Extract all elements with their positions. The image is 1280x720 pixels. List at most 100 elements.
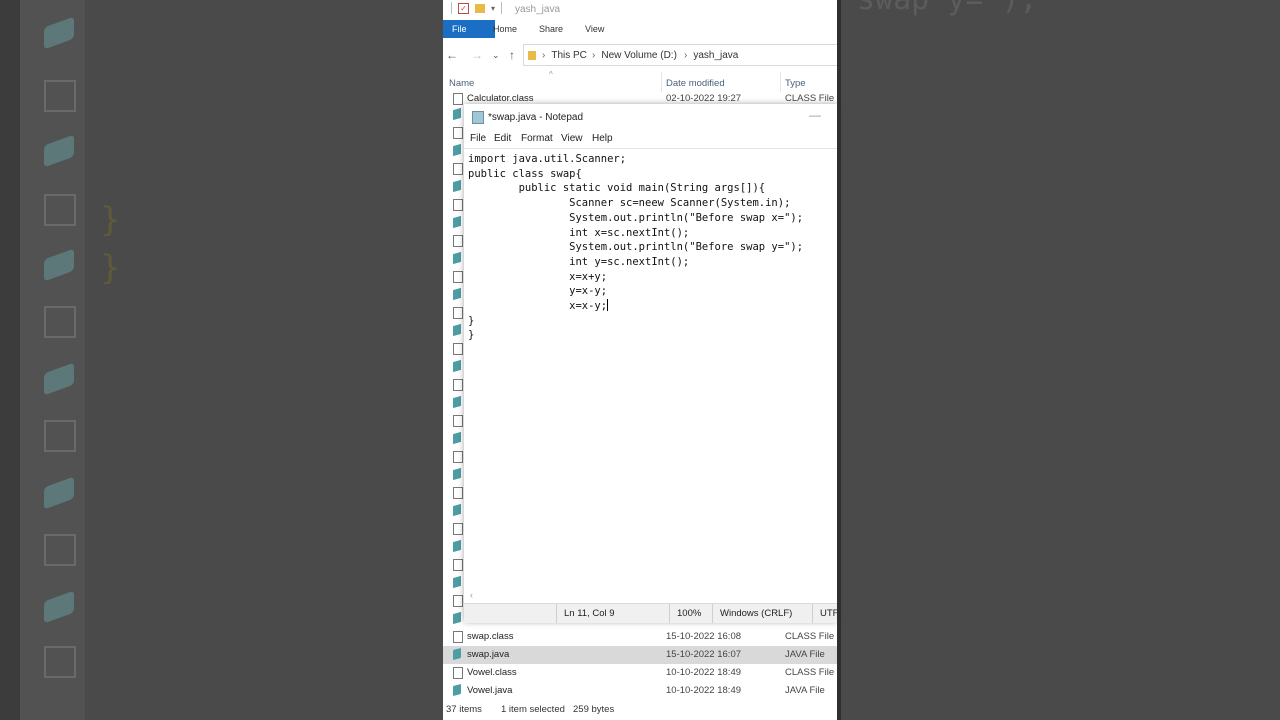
- explorer-status-bar: 37 items 1 item selected 259 bytes: [443, 700, 837, 720]
- forward-arrow-icon[interactable]: →: [471, 48, 483, 62]
- java-file-icon: [453, 503, 461, 517]
- java-file-icon: [44, 248, 74, 282]
- java-file-icon: [453, 143, 461, 157]
- column-divider[interactable]: [661, 72, 662, 92]
- java-file-icon: [453, 431, 461, 445]
- minimize-icon[interactable]: —: [809, 108, 821, 122]
- file-date: 15-10-2022 16:08: [666, 631, 742, 642]
- file-date: 02-10-2022 19:27: [666, 93, 742, 104]
- chevron-right-icon: ›: [592, 50, 596, 61]
- java-file-icon: [44, 590, 74, 624]
- file-row-swap-class[interactable]: swap.class 15-10-2022 16:08 CLASS File: [443, 628, 837, 646]
- back-arrow-icon[interactable]: ←: [446, 48, 458, 62]
- selection-count: 1 item selected: [501, 704, 565, 715]
- column-date-modified[interactable]: Date modified: [666, 78, 725, 89]
- menu-file[interactable]: File: [470, 133, 486, 144]
- properties-checkbox-icon[interactable]: ✓: [458, 2, 469, 14]
- file-name: swap.java: [467, 649, 510, 660]
- column-type[interactable]: Type: [785, 78, 806, 89]
- column-divider[interactable]: [780, 72, 781, 92]
- file-row-vowel-java[interactable]: Vowel.java 10-10-2022 18:49 JAVA File: [443, 682, 837, 700]
- class-file-icon: [453, 559, 463, 571]
- java-file-icon: [453, 107, 461, 121]
- class-file-icon: [453, 199, 463, 211]
- up-arrow-icon[interactable]: ↑: [509, 48, 515, 62]
- editor-text-area[interactable]: import java.util.Scanner; public class s…: [464, 148, 837, 604]
- ribbon-tabs: File Home Share View: [443, 20, 837, 38]
- class-file-icon: [453, 487, 463, 499]
- cursor-position: Ln 11, Col 9: [556, 604, 669, 623]
- class-file-icon: [453, 415, 463, 427]
- customize-dropdown-icon[interactable]: ▾: [491, 4, 495, 13]
- file-date: 10-10-2022 18:49: [666, 667, 742, 678]
- java-file-icon: [44, 476, 74, 510]
- java-file-icon: [453, 647, 461, 661]
- quick-access-toolbar: ✓ ▾: [451, 2, 503, 14]
- new-folder-icon[interactable]: [475, 3, 485, 13]
- editor-content: import java.util.Scanner; public class s…: [468, 152, 803, 343]
- class-file-icon: [453, 523, 463, 535]
- address-bar[interactable]: › This PC › New Volume (D:) › yash_java: [523, 44, 837, 66]
- file-name: swap.class: [467, 631, 514, 642]
- java-file-icon: [44, 362, 74, 396]
- window-edge: [837, 0, 841, 720]
- class-file-icon: [453, 271, 463, 283]
- window-title: yash_java: [515, 4, 561, 15]
- file-row-swap-java[interactable]: swap.java 15-10-2022 16:07 JAVA File: [443, 646, 837, 664]
- notepad-title: *swap.java - Notepad: [488, 112, 584, 123]
- menu-view[interactable]: View: [561, 133, 583, 144]
- java-file-icon: [453, 467, 461, 481]
- item-count: 37 items: [446, 704, 482, 715]
- tab-home[interactable]: Home: [493, 20, 517, 38]
- tab-view[interactable]: View: [585, 20, 604, 38]
- tab-share[interactable]: Share: [539, 20, 563, 38]
- menu-format[interactable]: Format: [521, 133, 553, 144]
- class-file-icon: [44, 534, 76, 566]
- java-file-icon: [44, 134, 74, 168]
- background-brace: }: [100, 248, 121, 288]
- tab-file[interactable]: File: [443, 20, 495, 38]
- file-name: Vowel.class: [467, 667, 517, 678]
- menu-edit[interactable]: Edit: [494, 133, 511, 144]
- breadcrumb-yash-java[interactable]: › yash_java: [684, 50, 738, 61]
- folder-icon: [528, 51, 536, 60]
- chevron-right-icon: ›: [684, 50, 688, 61]
- breadcrumb-label: This PC: [551, 50, 587, 61]
- file-name: Calculator.class: [467, 93, 534, 104]
- java-file-icon: [453, 359, 461, 373]
- selection-size: 259 bytes: [573, 704, 615, 715]
- file-type: JAVA File: [785, 649, 825, 660]
- address-bar-row: ← → ⌄ ↑ › This PC › New Volume (D:) › yash_…: [443, 42, 837, 68]
- line-ending: Windows (CRLF): [712, 604, 812, 623]
- breadcrumb-label: New Volume (D:): [601, 50, 677, 61]
- scroll-left-icon[interactable]: ‹: [470, 590, 473, 600]
- recent-locations-icon[interactable]: ⌄: [492, 50, 500, 61]
- java-file-icon: [453, 611, 461, 625]
- divider: [451, 2, 452, 14]
- java-file-icon: [453, 179, 461, 193]
- class-file-icon: [453, 379, 463, 391]
- zoom-level: 100%: [669, 604, 712, 623]
- column-name[interactable]: Name: [449, 78, 474, 89]
- menu-help[interactable]: Help: [592, 133, 613, 144]
- class-file-icon: [44, 306, 76, 338]
- class-file-icon: [453, 451, 463, 463]
- breadcrumb-this-pc[interactable]: › This PC: [542, 50, 587, 61]
- file-date: 15-10-2022 16:07: [666, 649, 742, 660]
- text-caret: [607, 299, 609, 312]
- java-file-icon: [453, 287, 461, 301]
- file-type: CLASS File: [785, 631, 835, 642]
- class-file-icon: [44, 194, 76, 226]
- class-file-icon: [453, 235, 463, 247]
- class-file-icon: [44, 80, 76, 112]
- horizontal-scrollbar[interactable]: ‹: [464, 590, 837, 603]
- breadcrumb-new-volume[interactable]: › New Volume (D:): [592, 50, 677, 61]
- encoding: UTF: [812, 604, 838, 623]
- class-file-icon: [453, 595, 463, 607]
- file-row-vowel-class[interactable]: Vowel.class 10-10-2022 18:49 CLASS File: [443, 664, 837, 682]
- breadcrumb-label: yash_java: [693, 50, 739, 61]
- java-file-icon: [453, 575, 461, 589]
- class-file-icon: [44, 420, 76, 452]
- class-file-icon: [453, 127, 463, 139]
- class-file-icon: [453, 163, 463, 175]
